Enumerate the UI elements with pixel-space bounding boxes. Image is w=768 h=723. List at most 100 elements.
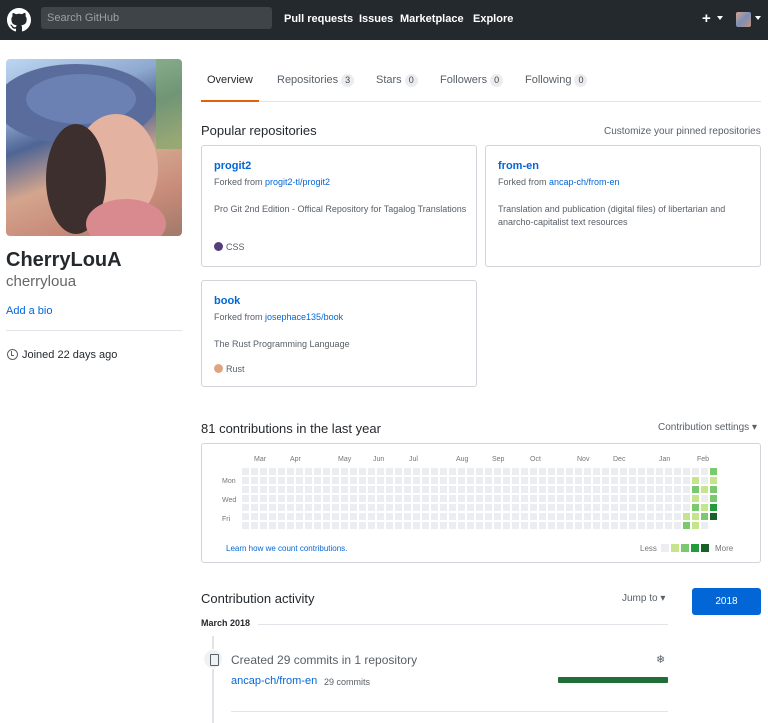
contribution-day[interactable] <box>584 486 591 493</box>
contribution-day[interactable] <box>548 468 555 475</box>
contribution-day[interactable] <box>260 486 267 493</box>
contribution-day[interactable] <box>377 504 384 511</box>
contribution-day[interactable] <box>350 522 357 529</box>
contribution-day[interactable] <box>386 477 393 484</box>
contribution-day[interactable] <box>386 486 393 493</box>
contribution-day[interactable] <box>548 477 555 484</box>
contribution-day[interactable] <box>593 522 600 529</box>
contribution-day[interactable] <box>602 522 609 529</box>
contribution-day[interactable] <box>701 477 708 484</box>
contribution-day[interactable] <box>602 477 609 484</box>
tab-overview[interactable]: Overview <box>207 74 253 86</box>
contribution-day[interactable] <box>566 486 573 493</box>
contribution-day[interactable] <box>296 513 303 520</box>
contribution-day[interactable] <box>665 513 672 520</box>
contribution-day[interactable] <box>458 468 465 475</box>
contribution-day[interactable] <box>521 477 528 484</box>
contribution-day[interactable] <box>305 513 312 520</box>
contribution-day[interactable] <box>539 468 546 475</box>
contribution-day[interactable] <box>638 477 645 484</box>
contribution-day[interactable] <box>287 513 294 520</box>
contribution-day[interactable] <box>242 513 249 520</box>
contribution-day[interactable] <box>620 504 627 511</box>
contribution-day[interactable] <box>665 504 672 511</box>
contribution-day[interactable] <box>584 504 591 511</box>
contribution-day[interactable] <box>323 477 330 484</box>
contribution-day[interactable] <box>467 504 474 511</box>
contribution-day[interactable] <box>512 513 519 520</box>
contribution-day[interactable] <box>494 477 501 484</box>
contribution-day[interactable] <box>287 486 294 493</box>
contribution-day[interactable] <box>710 513 717 520</box>
contribution-day[interactable] <box>458 522 465 529</box>
contribution-day[interactable] <box>413 477 420 484</box>
contribution-day[interactable] <box>521 495 528 502</box>
contribution-day[interactable] <box>575 522 582 529</box>
contribution-day[interactable] <box>341 486 348 493</box>
contribution-day[interactable] <box>458 486 465 493</box>
contribution-day[interactable] <box>530 495 537 502</box>
contribution-day[interactable] <box>548 486 555 493</box>
contribution-day[interactable] <box>467 477 474 484</box>
contribution-day[interactable] <box>665 477 672 484</box>
contribution-day[interactable] <box>557 495 564 502</box>
contribution-day[interactable] <box>458 504 465 511</box>
contribution-day[interactable] <box>242 495 249 502</box>
contribution-day[interactable] <box>674 477 681 484</box>
contribution-day[interactable] <box>314 504 321 511</box>
contribution-day[interactable] <box>413 486 420 493</box>
contribution-day[interactable] <box>386 495 393 502</box>
contribution-day[interactable] <box>521 468 528 475</box>
contribution-day[interactable] <box>512 468 519 475</box>
search-input[interactable]: Search GitHub <box>41 7 272 29</box>
nav-explore[interactable]: Explore <box>473 13 513 25</box>
contribution-day[interactable] <box>575 468 582 475</box>
contribution-day[interactable] <box>476 522 483 529</box>
contribution-day[interactable] <box>566 495 573 502</box>
contribution-day[interactable] <box>269 477 276 484</box>
contribution-day[interactable] <box>611 495 618 502</box>
contribution-day[interactable] <box>242 522 249 529</box>
contribution-day[interactable] <box>629 477 636 484</box>
jump-to-dropdown[interactable]: Jump to ▾ <box>622 593 665 604</box>
contribution-day[interactable] <box>305 486 312 493</box>
contribution-day[interactable] <box>404 477 411 484</box>
contribution-day[interactable] <box>323 513 330 520</box>
contribution-day[interactable] <box>476 468 483 475</box>
contribution-day[interactable] <box>467 495 474 502</box>
contribution-day[interactable] <box>701 513 708 520</box>
contribution-day[interactable] <box>350 477 357 484</box>
repo-name-link[interactable]: from-en <box>498 160 539 172</box>
contribution-day[interactable] <box>341 477 348 484</box>
contribution-day[interactable] <box>296 522 303 529</box>
contribution-day[interactable] <box>584 495 591 502</box>
contribution-day[interactable] <box>611 513 618 520</box>
contribution-day[interactable] <box>377 522 384 529</box>
contribution-day[interactable] <box>656 495 663 502</box>
contribution-day[interactable] <box>440 486 447 493</box>
contribution-day[interactable] <box>440 513 447 520</box>
contribution-day[interactable] <box>638 495 645 502</box>
contribution-day[interactable] <box>530 468 537 475</box>
contribution-day[interactable] <box>467 468 474 475</box>
contribution-day[interactable] <box>395 495 402 502</box>
chevron-down-icon[interactable] <box>717 16 723 20</box>
contribution-day[interactable] <box>557 513 564 520</box>
contribution-day[interactable] <box>260 477 267 484</box>
contribution-day[interactable] <box>584 477 591 484</box>
contribution-day[interactable] <box>701 486 708 493</box>
contribution-day[interactable] <box>278 486 285 493</box>
contribution-day[interactable] <box>530 486 537 493</box>
contribution-day[interactable] <box>296 468 303 475</box>
contribution-day[interactable] <box>503 495 510 502</box>
contribution-day[interactable] <box>242 477 249 484</box>
contribution-day[interactable] <box>296 477 303 484</box>
contribution-day[interactable] <box>674 468 681 475</box>
contribution-day[interactable] <box>359 468 366 475</box>
contribution-day[interactable] <box>674 522 681 529</box>
contribution-day[interactable] <box>503 504 510 511</box>
contribution-day[interactable] <box>665 486 672 493</box>
contribution-day[interactable] <box>512 522 519 529</box>
contribution-day[interactable] <box>251 495 258 502</box>
contribution-day[interactable] <box>296 504 303 511</box>
